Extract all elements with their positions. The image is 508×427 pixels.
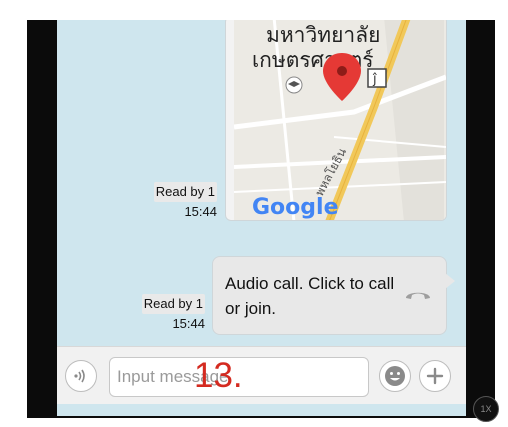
chat-screen: มหาวิทยาลัย เกษตรศาสตร์ พหลโยธิน ĵ Googl… [57,20,466,416]
school-icon [285,76,303,94]
voice-button[interactable] [65,360,97,392]
map-message-card[interactable]: มหาวิทยาลัย เกษตรศาสตร์ พหลโยธิน ĵ Googl… [225,20,447,221]
transit-marker-icon: ĵ [367,68,387,88]
voice-wave-icon [74,369,85,383]
read-status: Read by 1 [141,294,205,314]
map-preview[interactable]: มหาวิทยาลัย เกษตรศาสตร์ พหลโยธิน ĵ Googl… [234,20,446,221]
call-message-meta: Read by 1 15:44 [131,294,205,334]
read-status: Read by 1 [153,182,217,202]
add-attachment-button[interactable] [419,360,451,392]
audio-call-text: Audio call. Click to call or join. [225,274,395,318]
google-attribution: Google [252,195,339,220]
map-message-meta: Read by 1 15:44 [147,182,217,222]
plus-icon [426,367,444,385]
smiley-icon [385,366,405,386]
step-number-label: 13. [194,356,243,395]
map-place-line1: มหาวิทยาลัย [266,23,380,47]
message-time: 15:44 [172,316,205,331]
svg-text:ĵ: ĵ [372,72,377,87]
emoji-button[interactable] [379,360,411,392]
bubble-tail [445,273,455,289]
message-time: 15:44 [184,204,217,219]
message-input-bar [57,346,466,404]
phone-handset-icon[interactable] [404,287,432,301]
zoom-badge[interactable]: 1X [473,396,499,422]
audio-call-bubble[interactable]: Audio call. Click to call or join. [212,256,455,335]
